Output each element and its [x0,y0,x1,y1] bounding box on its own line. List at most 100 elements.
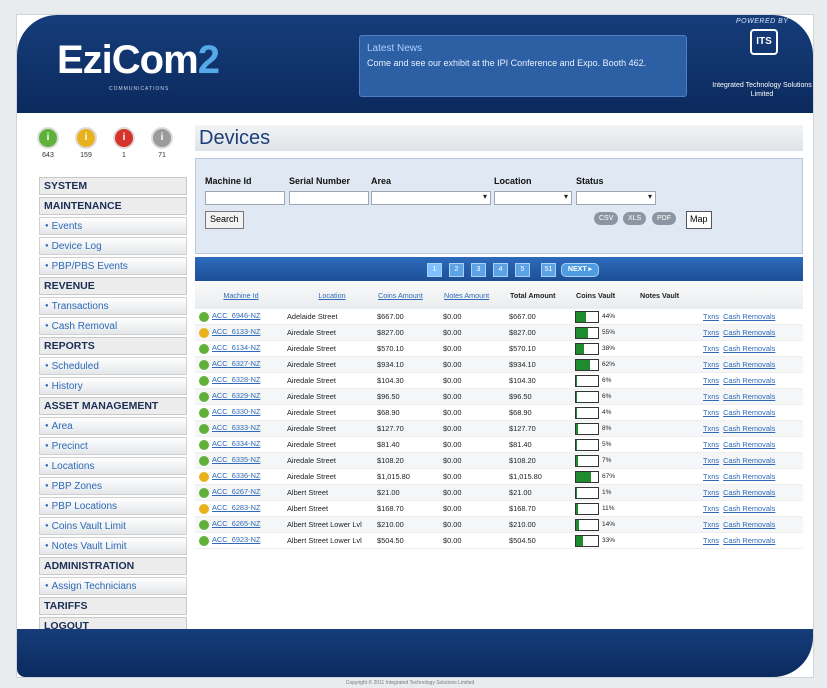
txns-link[interactable]: Txns [703,424,719,433]
csv-export-button[interactable]: CSV [594,212,619,225]
cash-removals-link[interactable]: Cash Removals [723,488,775,497]
pdf-export-button[interactable]: PDF [652,212,676,225]
cash-removals-link[interactable]: Cash Removals [723,440,775,449]
machine-id-link[interactable]: ACC_6265-NZ [212,519,260,528]
sidebar-item-transactions[interactable]: Transactions [39,297,187,315]
page-51-button[interactable]: 51 [541,263,556,277]
coins-vault-cell: 7% [575,452,639,469]
machine-id-link[interactable]: ACC_6946-NZ [212,311,260,320]
machine-id-link[interactable]: ACC_6327-NZ [212,359,260,368]
serial-number-input[interactable] [289,191,369,205]
stat-online[interactable]: i 643 [37,127,59,159]
sidebar-item-events[interactable]: Events [39,217,187,235]
sidebar-item-precinct[interactable]: Precinct [39,437,187,455]
machine-id-link[interactable]: ACC_6328-NZ [212,375,260,384]
txns-link[interactable]: Txns [703,520,719,529]
col-coins-amount[interactable]: Coins Amount [377,281,443,309]
machine-id-link[interactable]: ACC_6336-NZ [212,471,260,480]
page-1-button[interactable]: 1 [427,263,442,277]
sidebar-item-system[interactable]: SYSTEM [39,177,187,195]
machine-id-link[interactable]: ACC_6133-NZ [212,327,260,336]
total-amount-cell: $81.40 [509,436,575,453]
sidebar-item-asset-management[interactable]: ASSET MANAGEMENT [39,397,187,415]
txns-link[interactable]: Txns [703,536,719,545]
txns-link[interactable]: Txns [703,504,719,513]
area-select[interactable] [371,191,491,205]
sidebar-item-tariffs[interactable]: TARIFFS [39,597,187,615]
txns-link[interactable]: Txns [703,472,719,481]
machine-cell: ACC_6327-NZ [195,356,287,373]
sidebar-item-area[interactable]: Area [39,417,187,435]
sidebar-item-maintenance[interactable]: MAINTENANCE [39,197,187,215]
machine-id-link[interactable]: ACC_6267-NZ [212,487,260,496]
col-machine-id[interactable]: Machine Id [195,281,287,309]
cash-removals-link[interactable]: Cash Removals [723,504,775,513]
txns-link[interactable]: Txns [703,440,719,449]
sidebar-item-cash-removal[interactable]: Cash Removal [39,317,187,335]
sidebar-item-revenue[interactable]: REVENUE [39,277,187,295]
ezicom-logo[interactable]: EziCom2 [57,38,220,83]
machine-id-link[interactable]: ACC_6330-NZ [212,407,260,416]
cash-removals-link[interactable]: Cash Removals [723,472,775,481]
machine-id-link[interactable]: ACC_6335-NZ [212,455,260,464]
machine-id-link[interactable]: ACC_6333-NZ [212,423,260,432]
search-button[interactable]: Search [205,211,244,229]
sidebar-item-device-log[interactable]: Device Log [39,237,187,255]
sidebar-item-scheduled[interactable]: Scheduled [39,357,187,375]
cash-removals-link[interactable]: Cash Removals [723,424,775,433]
col-location[interactable]: Location [287,281,377,309]
notes-amount-cell: $0.00 [443,372,509,389]
cash-removals-link[interactable]: Cash Removals [723,520,775,529]
txns-link[interactable]: Txns [703,344,719,353]
machine-id-link[interactable]: ACC_6334-NZ [212,439,260,448]
xls-export-button[interactable]: XLS [623,212,647,225]
txns-link[interactable]: Txns [703,328,719,337]
txns-link[interactable]: Txns [703,312,719,321]
sidebar-item-history[interactable]: History [39,377,187,395]
txns-link[interactable]: Txns [703,376,719,385]
cash-removals-link[interactable]: Cash Removals [723,536,775,545]
machine-id-link[interactable]: ACC_6134-NZ [212,343,260,352]
cash-removals-link[interactable]: Cash Removals [723,344,775,353]
page-4-button[interactable]: 4 [493,263,508,277]
notes-vault-cell [639,484,703,501]
sidebar-item-pbp-events[interactable]: PBP/PBS Events [39,257,187,275]
col-notes-amount[interactable]: Notes Amount [443,281,509,309]
cash-removals-link[interactable]: Cash Removals [723,392,775,401]
machine-id-link[interactable]: ACC_6283-NZ [212,503,260,512]
map-button[interactable]: Map [686,211,712,229]
location-select[interactable] [494,191,572,205]
txns-link[interactable]: Txns [703,456,719,465]
cash-removals-link[interactable]: Cash Removals [723,312,775,321]
stat-warning[interactable]: i 159 [75,127,97,159]
machine-id-link[interactable]: ACC_6923-NZ [212,535,260,544]
next-page-button[interactable]: NEXT ▸ [561,263,599,277]
sidebar-item-pbp-zones[interactable]: PBP Zones [39,477,187,495]
txns-link[interactable]: Txns [703,408,719,417]
page-3-button[interactable]: 3 [471,263,486,277]
cash-removals-link[interactable]: Cash Removals [723,360,775,369]
cash-removals-link[interactable]: Cash Removals [723,328,775,337]
stat-offline[interactable]: i 71 [151,127,173,159]
cash-removals-link[interactable]: Cash Removals [723,456,775,465]
status-select[interactable] [576,191,656,205]
sidebar-item-locations[interactable]: Locations [39,457,187,475]
page-5-button[interactable]: 5 [515,263,530,277]
txns-link[interactable]: Txns [703,488,719,497]
status-icon [199,471,209,482]
cash-removals-link[interactable]: Cash Removals [723,376,775,385]
actions-cell: Txns Cash Removals [703,516,803,533]
machine-id-link[interactable]: ACC_6329-NZ [212,391,260,400]
sidebar-item-pbp-locations[interactable]: PBP Locations [39,497,187,515]
cash-removals-link[interactable]: Cash Removals [723,408,775,417]
txns-link[interactable]: Txns [703,392,719,401]
sidebar-item-reports[interactable]: REPORTS [39,337,187,355]
sidebar-item-notes-vault-limit[interactable]: Notes Vault Limit [39,537,187,555]
txns-link[interactable]: Txns [703,360,719,369]
sidebar-item-coins-vault-limit[interactable]: Coins Vault Limit [39,517,187,535]
page-2-button[interactable]: 2 [449,263,464,277]
machine-id-input[interactable] [205,191,285,205]
stat-error[interactable]: i1 [113,127,135,159]
sidebar-item-assign-technicians[interactable]: Assign Technicians [39,577,187,595]
sidebar-item-administration[interactable]: ADMINISTRATION [39,557,187,575]
